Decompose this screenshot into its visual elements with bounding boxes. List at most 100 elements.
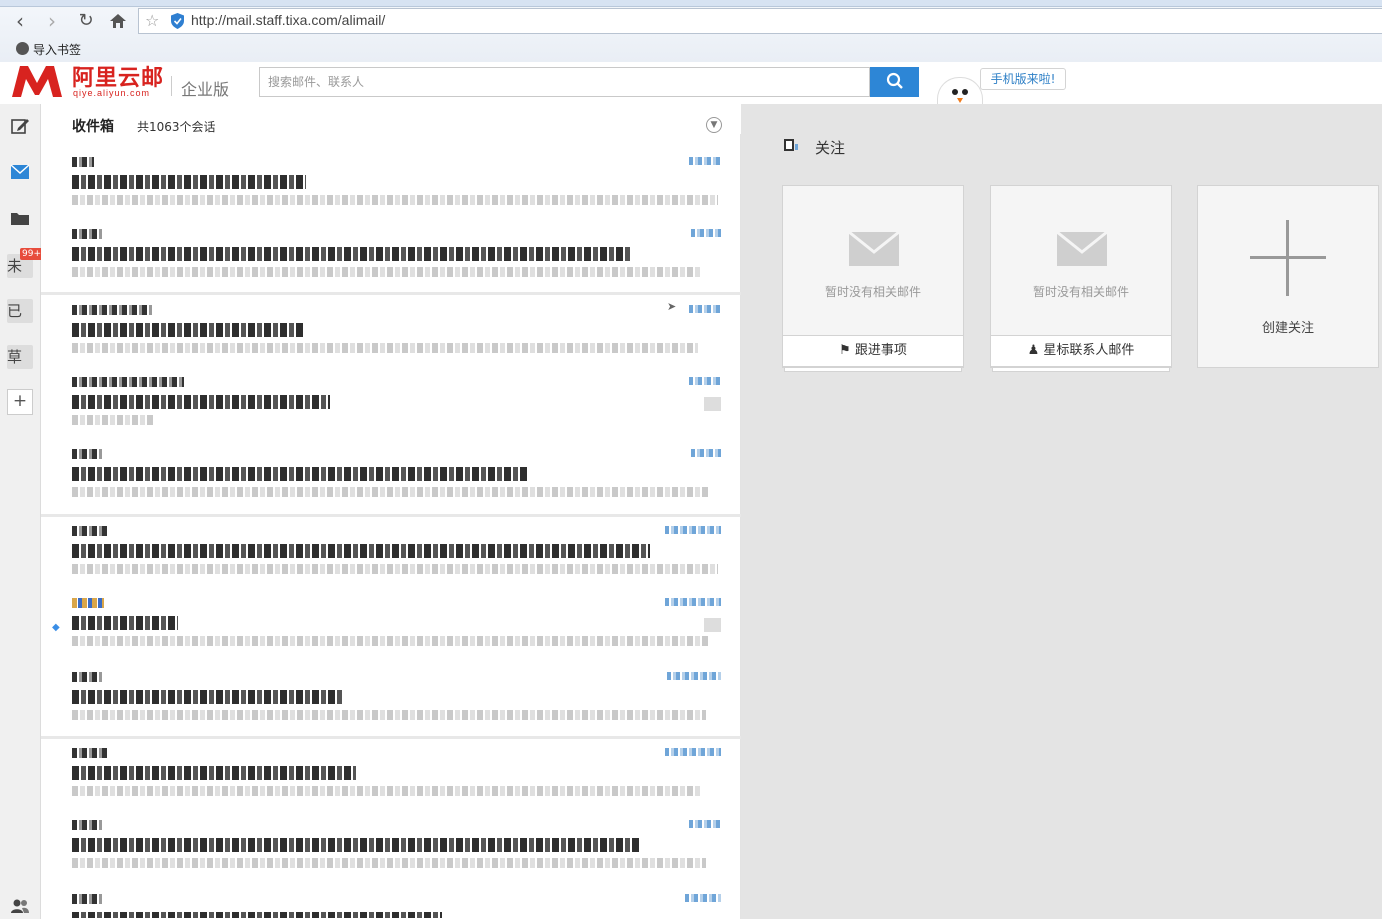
card-stack-edge bbox=[784, 368, 962, 372]
alimail-logo-icon[interactable] bbox=[10, 63, 64, 99]
mail-date-redacted bbox=[691, 449, 721, 457]
mail-date-redacted bbox=[689, 305, 721, 313]
contacts-icon[interactable] bbox=[6, 892, 34, 920]
search-input[interactable] bbox=[259, 67, 870, 97]
mail-row[interactable] bbox=[41, 890, 741, 919]
mail-subject-redacted bbox=[72, 690, 342, 704]
mail-row[interactable] bbox=[41, 816, 741, 889]
browser-toolbar: ‹ › ↻ ☆ http://mail.staff.tixa.com/alima… bbox=[0, 0, 1382, 63]
mail-row[interactable] bbox=[41, 744, 741, 817]
mail-row[interactable] bbox=[41, 153, 741, 226]
mail-preview-redacted bbox=[72, 858, 706, 868]
mail-sender-redacted bbox=[72, 526, 108, 536]
mail-subject-redacted bbox=[72, 175, 306, 189]
mail-sender-redacted bbox=[72, 672, 102, 682]
import-bookmark-icon[interactable] bbox=[16, 42, 29, 55]
mail-sender-redacted bbox=[72, 229, 102, 239]
star-marker-icon[interactable]: ◆ bbox=[52, 622, 60, 633]
left-sidebar: 未 99+ 已 草 + bbox=[0, 104, 43, 920]
mail-date-redacted bbox=[665, 748, 721, 756]
mail-row[interactable] bbox=[41, 522, 741, 595]
mail-row[interactable] bbox=[41, 594, 741, 667]
mail-row[interactable] bbox=[41, 301, 741, 374]
read-filter[interactable]: 已 bbox=[7, 299, 33, 323]
bookmark-bar: 导入书签 bbox=[0, 38, 1382, 60]
mail-preview-redacted bbox=[72, 636, 710, 646]
follow-up-card[interactable]: 暂时没有相关邮件 ⚑ 跟进事项 bbox=[782, 185, 964, 368]
mail-sender-redacted bbox=[72, 449, 102, 459]
mail-subject-redacted bbox=[72, 544, 650, 558]
bookmark-star-icon[interactable]: ☆ bbox=[145, 11, 159, 30]
home-icon[interactable] bbox=[106, 9, 130, 33]
mail-date-redacted bbox=[689, 377, 721, 385]
starred-contacts-footer[interactable]: ♟ 星标联系人邮件 bbox=[990, 335, 1172, 367]
mail-preview-redacted bbox=[72, 343, 698, 353]
mail-sender-redacted bbox=[72, 598, 104, 608]
mail-date-redacted bbox=[689, 820, 721, 828]
edition-label: 企业版 bbox=[181, 80, 230, 99]
mail-preview-redacted bbox=[72, 487, 708, 497]
starred-contacts-card[interactable]: 暂时没有相关邮件 ♟ 星标联系人邮件 bbox=[990, 185, 1172, 368]
empty-mail-icon bbox=[849, 232, 899, 266]
inbox-mail-icon[interactable] bbox=[6, 158, 34, 186]
mail-date-redacted bbox=[665, 598, 721, 606]
mail-list-panel: 收件箱 共1063个会话 ▼ ◆ ➤ bbox=[41, 104, 741, 919]
mail-row[interactable] bbox=[41, 373, 741, 446]
inbox-title: 收件箱 bbox=[72, 119, 114, 135]
flag-icon: ⚑ bbox=[839, 343, 851, 358]
follow-up-label: 跟进事项 bbox=[854, 343, 907, 358]
mail-subject-redacted bbox=[72, 838, 640, 852]
mail-preview-redacted bbox=[72, 267, 702, 277]
url-text[interactable]: http://mail.staff.tixa.com/alimail/ bbox=[191, 12, 385, 28]
mail-sender-redacted bbox=[72, 157, 94, 167]
mail-preview-redacted bbox=[72, 415, 154, 425]
group-separator bbox=[41, 292, 741, 295]
empty-mail-icon bbox=[1057, 232, 1107, 266]
search-button[interactable] bbox=[870, 67, 919, 97]
focus-panel: 关注 暂时没有相关邮件 ⚑ 跟进事项 暂时没有相关邮件 ♟ 星标联系人邮件 创建… bbox=[741, 104, 1382, 919]
mail-subject-redacted bbox=[72, 395, 330, 409]
tab-strip bbox=[0, 0, 1382, 7]
mail-row[interactable] bbox=[41, 445, 741, 518]
create-focus-card[interactable]: 创建关注 bbox=[1197, 185, 1379, 368]
mail-date-redacted bbox=[667, 672, 721, 680]
mail-sender-redacted bbox=[72, 305, 152, 315]
mail-row[interactable] bbox=[41, 225, 741, 298]
mail-sender-redacted bbox=[72, 377, 184, 387]
group-separator bbox=[41, 736, 741, 739]
drafts-filter[interactable]: 草 bbox=[7, 345, 33, 369]
starred-contacts-label: 星标联系人邮件 bbox=[1043, 343, 1135, 358]
address-bar[interactable]: ☆ http://mail.staff.tixa.com/alimail/ bbox=[138, 8, 1382, 34]
forward-icon[interactable]: › bbox=[40, 9, 64, 33]
focus-icon bbox=[784, 139, 798, 151]
card-stack-edge bbox=[992, 368, 1170, 372]
app-header: 阿里云邮 qiye.aliyun.com 企业版 手机版来啦! bbox=[0, 62, 1382, 108]
add-folder-icon[interactable]: + bbox=[7, 389, 33, 415]
focus-title: 关注 bbox=[815, 139, 846, 157]
folder-icon[interactable] bbox=[6, 204, 34, 232]
attachment-icon bbox=[704, 618, 721, 632]
mail-date-redacted bbox=[689, 157, 721, 165]
conversation-count: 共1063个会话 bbox=[137, 120, 216, 134]
attachment-icon bbox=[704, 397, 721, 411]
chevron-down-icon[interactable]: ▼ bbox=[706, 117, 722, 133]
mobile-version-bubble[interactable]: 手机版来啦! bbox=[980, 68, 1066, 90]
mail-preview-redacted bbox=[72, 786, 702, 796]
mail-subject-redacted bbox=[72, 467, 528, 481]
reload-icon[interactable]: ↻ bbox=[74, 9, 98, 33]
compose-icon[interactable] bbox=[6, 112, 34, 140]
unread-count-badge: 99+ bbox=[20, 248, 43, 260]
back-icon[interactable]: ‹ bbox=[8, 9, 32, 33]
mail-preview-redacted bbox=[72, 195, 718, 205]
import-bookmark-link[interactable]: 导入书签 bbox=[33, 41, 81, 58]
group-separator bbox=[41, 514, 741, 517]
follow-up-footer[interactable]: ⚑ 跟进事项 bbox=[782, 335, 964, 367]
security-shield-icon bbox=[171, 13, 184, 29]
mail-date-redacted bbox=[665, 526, 721, 534]
card-empty-text: 暂时没有相关邮件 bbox=[1032, 285, 1129, 299]
logo-domain: qiye.aliyun.com bbox=[73, 88, 151, 98]
mail-subject-redacted bbox=[72, 912, 442, 918]
mail-row[interactable] bbox=[41, 668, 741, 741]
pin-icon: ➤ bbox=[667, 300, 677, 313]
mail-date-redacted bbox=[685, 894, 721, 902]
